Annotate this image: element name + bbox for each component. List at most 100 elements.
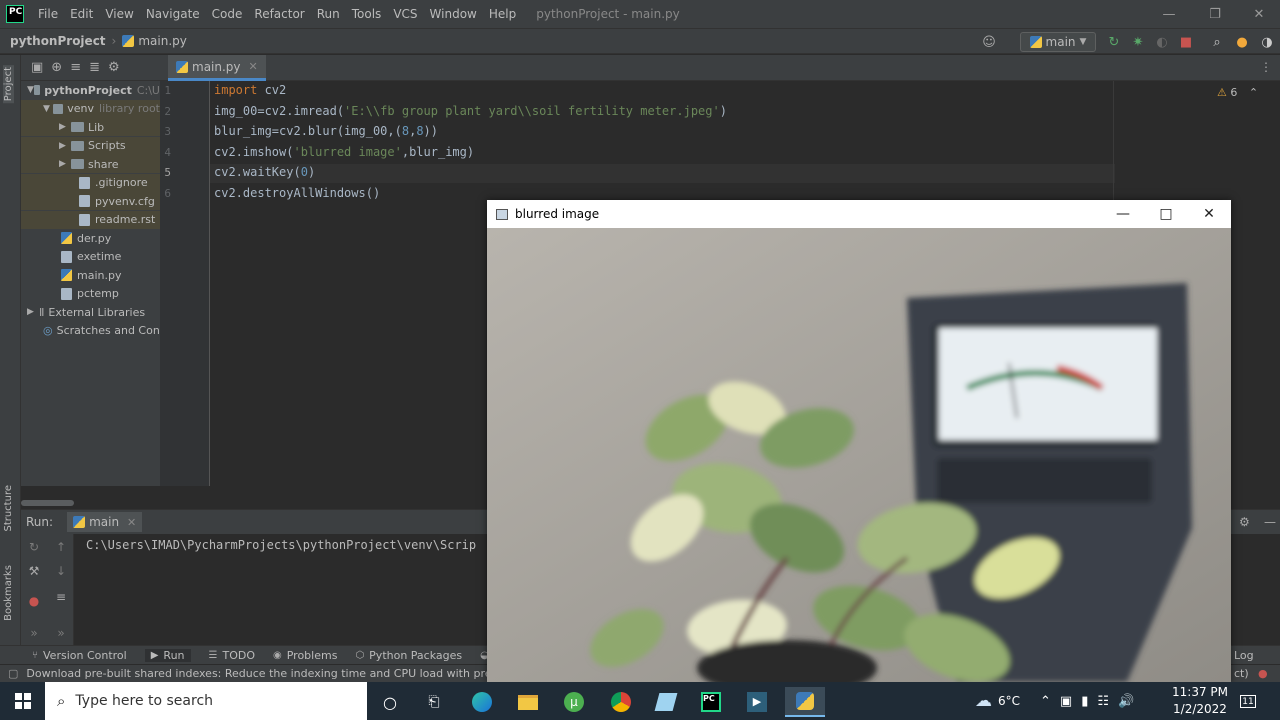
start-button[interactable] (0, 682, 45, 720)
jetbrains-icon[interactable]: ◑ (1258, 33, 1276, 51)
volume-icon[interactable]: 🔊 (1118, 694, 1134, 709)
tabs-menu-icon[interactable]: ⋮ (1260, 60, 1272, 74)
python-taskbar-icon[interactable] (785, 687, 825, 717)
expand-all-icon[interactable]: ≡ (70, 60, 81, 75)
task-view-icon[interactable]: ⎗ (414, 687, 454, 717)
tab-main-py[interactable]: main.py ✕ (168, 55, 266, 81)
close-icon[interactable]: ✕ (1236, 0, 1280, 28)
menu-window[interactable]: Window (424, 7, 483, 21)
weather-widget[interactable]: ☁ 6°C (975, 682, 1020, 720)
tree-item-venv[interactable]: ▼ venv library root (21, 99, 160, 118)
minimize-icon[interactable]: — (1101, 200, 1145, 228)
tree-item-lib[interactable]: ▶ Lib (21, 118, 160, 136)
menu-run[interactable]: Run (311, 7, 346, 21)
notepad-icon[interactable] (646, 687, 686, 717)
line-number-gutter: 1 2 3 4 5 6 (160, 81, 210, 486)
rerun-icon[interactable]: ↻ (1105, 33, 1123, 51)
chrome-icon[interactable] (601, 687, 641, 717)
menu-refactor[interactable]: Refactor (248, 7, 310, 21)
breadcrumb-file[interactable]: main.py (138, 34, 187, 48)
update-icon[interactable]: ● (1233, 33, 1251, 51)
arrow-down-icon[interactable]: ↓ (54, 564, 68, 578)
tree-item-readme[interactable]: readme.rst (21, 210, 160, 229)
structure-tool-tab[interactable]: Structure (3, 485, 14, 532)
tree-root[interactable]: ▼ pythonProject C:\U (21, 81, 160, 99)
menu-navigate[interactable]: Navigate (140, 7, 206, 21)
tree-item-external-libraries[interactable]: ▶ Ⅱ External Libraries (21, 303, 160, 321)
user-icon[interactable]: ☺ (980, 33, 998, 51)
tree-item-pyvenv[interactable]: pyvenv.cfg (21, 192, 160, 210)
gear-icon[interactable]: ⚙ (108, 60, 120, 75)
close-icon[interactable]: ✕ (1187, 200, 1231, 228)
stop-icon[interactable]: ■ (1177, 33, 1195, 51)
chevron-up-icon[interactable]: ⌃ (1249, 86, 1258, 99)
notification-icon[interactable]: ● (1258, 667, 1268, 680)
debug-icon[interactable]: ✷ (1129, 33, 1147, 51)
taskbar-search[interactable]: ⌕ Type here to search (45, 682, 367, 720)
more-icon[interactable]: » (27, 626, 41, 640)
breadcrumb-project[interactable]: pythonProject (10, 34, 106, 48)
pycharm-taskbar-icon[interactable]: PC (691, 687, 731, 717)
menu-edit[interactable]: Edit (64, 7, 99, 21)
tree-item-der[interactable]: der.py (21, 229, 160, 247)
restore-icon[interactable]: ❐ (1192, 0, 1238, 28)
arrow-up-icon[interactable]: ↑ (54, 540, 68, 554)
collapse-all-icon[interactable]: ≣ (89, 60, 100, 75)
tree-item-share[interactable]: ▶ share (21, 155, 160, 173)
cortana-icon[interactable]: ○ (370, 687, 410, 717)
status-message[interactable]: Download pre-built shared indexes: Reduc… (26, 667, 536, 680)
soft-wrap-icon[interactable]: ≡ (54, 590, 68, 604)
event-log-tab[interactable]: Log (1234, 649, 1254, 662)
tab-run[interactable]: ▶ Run (144, 648, 191, 662)
network-icon[interactable]: ☷ (1097, 694, 1109, 709)
project-tool-tab[interactable]: Project (3, 65, 14, 104)
tab-problems[interactable]: ◉ Problems (273, 649, 337, 662)
menu-view[interactable]: View (99, 7, 139, 21)
menu-tools[interactable]: Tools (346, 7, 388, 21)
run-tab-main[interactable]: main ✕ (67, 512, 143, 532)
menu-vcs[interactable]: VCS (387, 7, 423, 21)
tab-version-control[interactable]: ⑂ Version Control (32, 649, 127, 662)
minimize-icon[interactable]: — (1146, 0, 1192, 28)
tree-item-scripts[interactable]: ▶ Scripts (21, 136, 160, 155)
edge-icon[interactable] (462, 687, 502, 717)
project-horizontal-scrollbar[interactable] (21, 500, 74, 506)
locate-icon[interactable]: ⊕ (51, 60, 62, 75)
tree-item-scratches[interactable]: ◎ Scratches and Conso (21, 322, 160, 340)
menu-file[interactable]: File (32, 7, 64, 21)
tab-python-packages[interactable]: ⬡ Python Packages (355, 649, 462, 662)
opencv-title-bar[interactable]: blurred image — □ ✕ (487, 200, 1231, 228)
stop-icon[interactable]: ● (27, 594, 41, 608)
chevron-up-icon[interactable]: ⌃ (1040, 694, 1051, 709)
warnings-indicator[interactable]: ⚠ 6 ⌃ (1217, 86, 1258, 99)
microphone-icon[interactable]: ▮ (1081, 694, 1088, 709)
wrench-icon[interactable]: ⚒ (27, 564, 41, 578)
tree-item-exetime[interactable]: exetime (21, 248, 160, 266)
meet-now-icon[interactable]: ▣ (1060, 694, 1072, 709)
tree-item-gitignore[interactable]: .gitignore (21, 173, 160, 192)
tree-item-main[interactable]: main.py (21, 266, 160, 284)
taskbar-clock[interactable]: 11:37 PM 1/2/2022 (1170, 684, 1230, 718)
notification-center[interactable]: 11 (1240, 682, 1256, 720)
hide-icon[interactable]: — (1264, 515, 1276, 529)
run-config-selector[interactable]: main ▼ (1020, 32, 1096, 52)
rerun-icon[interactable]: ↻ (27, 540, 41, 554)
menu-code[interactable]: Code (206, 7, 249, 21)
utorrent-icon[interactable]: μ (554, 687, 594, 717)
gear-icon[interactable]: ⚙ (1239, 515, 1250, 529)
coverage-icon[interactable]: ◐ (1153, 33, 1171, 51)
tree-item-pctemp[interactable]: pctemp (21, 285, 160, 303)
media-player-icon[interactable]: ▶ (737, 687, 777, 717)
file-icon (79, 213, 90, 226)
close-icon[interactable]: ✕ (127, 516, 136, 529)
menu-help[interactable]: Help (483, 7, 522, 21)
search-icon[interactable]: ⌕ (1208, 33, 1226, 51)
project-view-icon[interactable]: ▣ (31, 60, 43, 75)
file-explorer-icon[interactable] (508, 687, 548, 717)
bookmarks-tool-tab[interactable]: Bookmarks (3, 565, 14, 621)
close-icon[interactable]: ✕ (249, 60, 258, 73)
more-icon[interactable]: » (54, 626, 68, 640)
maximize-icon[interactable]: □ (1144, 200, 1188, 228)
tree-item-label: exetime (77, 250, 122, 263)
tab-todo[interactable]: ☰ TODO (209, 649, 255, 662)
